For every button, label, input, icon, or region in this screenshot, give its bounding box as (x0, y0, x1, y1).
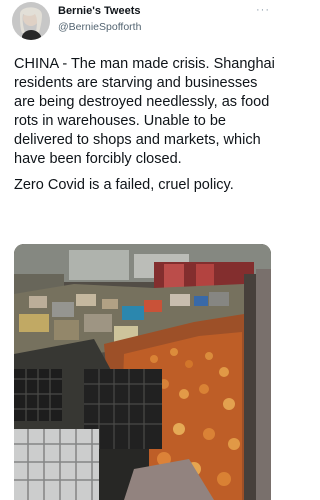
tweet-photo[interactable] (14, 244, 271, 500)
tweet-text: CHINA - The man made crisis. Shanghai re… (14, 55, 276, 202)
tweet-paragraph: CHINA - The man made crisis. Shanghai re… (14, 56, 275, 167)
tweet-header: Bernie's Tweets @BernieSpofforth ··· (0, 0, 284, 50)
avatar[interactable] (12, 2, 50, 40)
more-options-icon[interactable]: ··· (256, 4, 270, 16)
handle[interactable]: @BernieSpofforth (58, 21, 141, 33)
display-name[interactable]: Bernie's Tweets (58, 5, 141, 17)
warehouse-food-photo (14, 244, 271, 500)
tweet-paragraph: Zero Covid is a failed, cruel policy. (14, 177, 234, 193)
